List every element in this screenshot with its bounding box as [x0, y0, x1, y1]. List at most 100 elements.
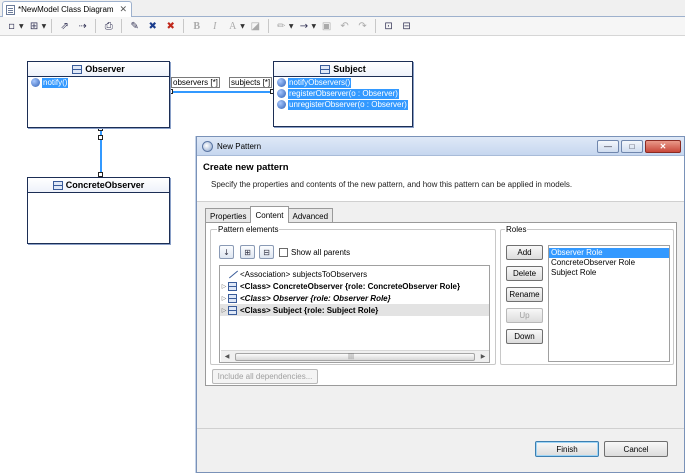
operation-row[interactable]: registerObserver(o : Observer)	[274, 88, 412, 99]
tree-row[interactable]: ▷ <Class> ConcreteObserver {role: Concre…	[220, 280, 489, 292]
toolbar-separator	[267, 19, 269, 33]
close-icon[interactable]: ✕	[645, 139, 681, 153]
add-role-button[interactable]: Add	[506, 245, 543, 260]
list-item[interactable]: Observer Role	[549, 248, 669, 258]
operation-text[interactable]: unregisterObserver(o : Observer)	[288, 99, 408, 110]
maximize-icon[interactable]: □	[621, 139, 643, 153]
zoom-icon[interactable]: ▣	[319, 19, 334, 34]
operation-text[interactable]: notifyObservers()	[288, 77, 352, 88]
scroll-right-icon[interactable]: ▶	[477, 351, 489, 362]
class-icon	[72, 64, 83, 74]
expand-all-icon[interactable]: ⊞	[240, 245, 255, 259]
scroll-left-icon[interactable]: ◀	[221, 351, 233, 362]
class-concrete-observer[interactable]: ConcreteObserver	[27, 177, 170, 244]
select-icon[interactable]: ▫	[4, 19, 19, 34]
role-label-observers[interactable]: observers [*]	[171, 77, 220, 88]
dialog-title-bar[interactable]: New Pattern — □ ✕	[197, 137, 684, 156]
expand-arrow-icon[interactable]: ▷	[220, 295, 228, 302]
toolbar-separator	[375, 19, 377, 33]
redo-icon[interactable]: ↷	[355, 19, 370, 34]
class-subject[interactable]: Subject notifyObservers() registerObserv…	[273, 61, 413, 127]
class-observer[interactable]: Observer notify()	[27, 61, 170, 128]
close-icon[interactable]: ✕	[119, 5, 127, 15]
operation-text[interactable]: registerObserver(o : Observer)	[288, 88, 399, 99]
operation-row[interactable]: notify()	[28, 77, 169, 88]
font-color-icon[interactable]: A	[225, 19, 240, 34]
pin-icon[interactable]: ✎	[127, 19, 142, 34]
include-dependencies-button[interactable]: Include all dependencies...	[212, 369, 318, 384]
cancel-button[interactable]: Cancel	[604, 441, 668, 457]
class-diagram-icon	[6, 4, 15, 15]
dialog-header: Create new pattern Specify the propertie…	[197, 156, 684, 202]
new-pattern-dialog: New Pattern — □ ✕ Create new pattern Spe…	[196, 136, 685, 473]
expand-arrow-icon[interactable]: ▷	[220, 283, 228, 290]
chevron-down-icon[interactable]: ▼	[312, 23, 317, 30]
chevron-down-icon[interactable]: ▼	[289, 23, 294, 30]
class-icon	[52, 180, 63, 190]
tab-advanced[interactable]: Advanced	[287, 208, 334, 223]
pattern-elements-tree[interactable]: <Association> subjectsToObservers ▷ <Cla…	[219, 265, 490, 363]
editor-tab-strip: *NewModel Class Diagram ✕	[0, 0, 685, 17]
line-style-icon[interactable]: →	[297, 19, 312, 34]
tree-row[interactable]: <Association> subjectsToObservers	[220, 268, 489, 280]
operation-row[interactable]: notifyObservers()	[274, 77, 412, 88]
show-all-parents-checkbox[interactable]	[279, 248, 288, 257]
delete-role-button[interactable]: Delete	[506, 266, 543, 281]
editor-tab-title: *NewModel Class Diagram	[18, 5, 114, 14]
operation-text[interactable]: notify()	[42, 77, 69, 88]
roles-list[interactable]: Observer Role ConcreteObserver Role Subj…	[548, 245, 670, 362]
rename-role-button[interactable]: Rename	[506, 287, 543, 302]
move-down-button[interactable]: Down	[506, 329, 543, 344]
sort-icon[interactable]: ↓	[219, 245, 234, 259]
class-header: Subject	[274, 62, 412, 77]
class-name: Observer	[85, 64, 125, 74]
operation-icon	[277, 100, 286, 109]
delete-icon[interactable]: ✖	[145, 19, 160, 34]
operation-row[interactable]: unregisterObserver(o : Observer)	[274, 99, 412, 110]
editor-tab[interactable]: *NewModel Class Diagram ✕	[2, 1, 132, 17]
pattern-elements-group: Pattern elements ↓ ⊞ ⊟ Show all parents …	[210, 225, 496, 365]
fill-icon[interactable]: ◪	[248, 19, 263, 34]
line-color-icon[interactable]: ✏	[274, 19, 289, 34]
pattern-elements-label: Pattern elements	[217, 225, 280, 234]
connector-handle[interactable]	[98, 135, 103, 140]
undo-icon[interactable]: ↶	[337, 19, 352, 34]
list-item[interactable]: Subject Role	[549, 268, 669, 278]
italic-icon[interactable]: I	[207, 19, 222, 34]
association-connector[interactable]	[170, 91, 273, 93]
collapse-all-icon[interactable]: ⊟	[259, 245, 274, 259]
horizontal-scrollbar[interactable]: ◀ ||| ▶	[221, 350, 489, 362]
class-header: Observer	[28, 62, 169, 77]
bold-icon[interactable]: B	[189, 19, 204, 34]
grid-icon[interactable]: ⊟	[399, 19, 414, 34]
finish-button[interactable]: Finish	[535, 441, 599, 457]
minimize-icon[interactable]: —	[597, 139, 619, 153]
expand-arrow-icon[interactable]: ▷	[220, 307, 228, 314]
chevron-down-icon[interactable]: ▼	[240, 23, 245, 30]
move-up-button[interactable]: Up	[506, 308, 543, 323]
snap-icon[interactable]: ⊡	[381, 19, 396, 34]
roles-label: Roles	[505, 225, 528, 234]
chevron-down-icon[interactable]: ▼	[42, 23, 47, 30]
arrange-icon[interactable]: ⊞	[27, 19, 42, 34]
class-icon	[228, 305, 237, 315]
tree-row[interactable]: ▷ <Class> Observer {role: Observer Role}	[220, 292, 489, 304]
export-icon[interactable]: ⇗	[57, 19, 72, 34]
tree-row[interactable]: ▷ <Class> Subject {role: Subject Role}	[220, 304, 489, 316]
window-buttons: — □ ✕	[597, 139, 681, 153]
class-icon	[320, 64, 331, 74]
chevron-down-icon[interactable]: ▼	[19, 23, 24, 30]
list-item[interactable]: ConcreteObserver Role	[549, 258, 669, 268]
tab-properties[interactable]: Properties	[205, 208, 252, 223]
show-all-parents-label[interactable]: Show all parents	[291, 248, 350, 257]
class-icon	[228, 293, 237, 303]
footer-divider	[197, 428, 684, 429]
role-label-subjects[interactable]: subjects [*]	[229, 77, 273, 88]
scrollbar-thumb[interactable]: |||	[235, 353, 475, 361]
tree-row-text: <Class> Observer {role: Observer Role}	[240, 293, 391, 303]
delete-model-icon[interactable]: ✖	[163, 19, 178, 34]
navigate-icon[interactable]: ⇢	[75, 19, 90, 34]
class-header: ConcreteObserver	[28, 178, 169, 193]
print-icon[interactable]: ⎙	[101, 19, 116, 34]
tab-content[interactable]: Content	[250, 206, 289, 223]
